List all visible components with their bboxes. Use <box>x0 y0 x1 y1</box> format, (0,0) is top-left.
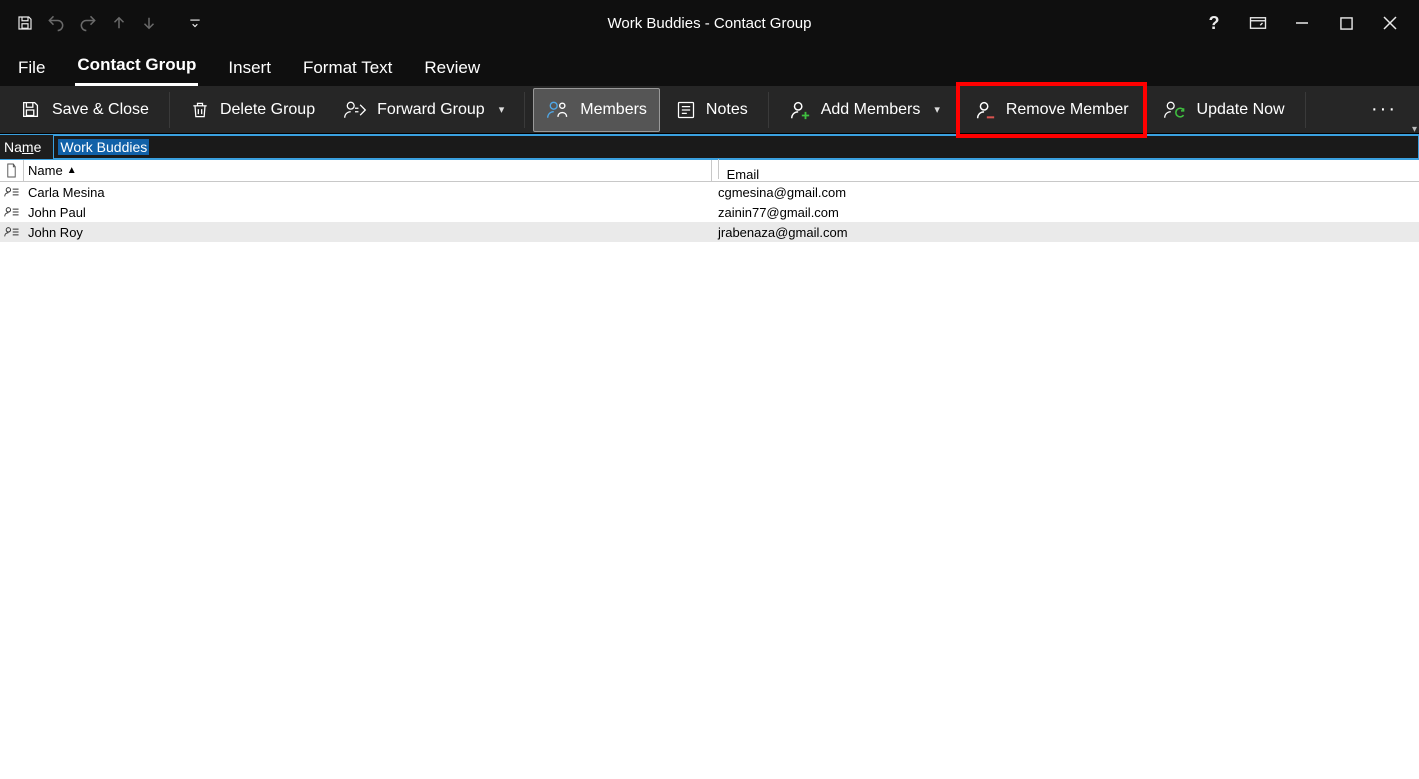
members-icon <box>546 99 570 121</box>
chevron-down-icon: ▾ <box>934 103 940 116</box>
row-name: John Roy <box>24 225 712 240</box>
save-close-label: Save & Close <box>52 101 149 119</box>
tab-review[interactable]: Review <box>422 52 482 86</box>
remove-member-icon <box>974 99 996 121</box>
contact-icon <box>0 185 24 199</box>
save-icon[interactable] <box>16 14 34 32</box>
delete-group-button[interactable]: Delete Group <box>178 88 327 132</box>
name-input[interactable]: Work Buddies <box>53 135 1419 159</box>
separator <box>524 92 525 128</box>
maximize-button[interactable] <box>1337 14 1355 32</box>
forward-group-label: Forward Group <box>377 101 485 119</box>
table-row[interactable]: Carla Mesinacgmesina@gmail.com <box>0 182 1419 202</box>
ribbon: Save & Close Delete Group Forward Group … <box>0 86 1419 134</box>
ribbon-expand-icon[interactable]: ▾ <box>1412 124 1417 135</box>
tab-insert[interactable]: Insert <box>226 52 273 86</box>
add-members-button[interactable]: Add Members ▾ <box>777 88 952 132</box>
table-row[interactable]: John Royjrabenaza@gmail.com <box>0 222 1419 242</box>
update-now-button[interactable]: Update Now <box>1151 88 1297 132</box>
more-commands-button[interactable]: ··· <box>1357 98 1411 121</box>
separator <box>169 92 170 128</box>
add-members-icon <box>789 99 811 121</box>
column-icon[interactable] <box>0 160 24 181</box>
tab-contact-group[interactable]: Contact Group <box>75 49 198 86</box>
redo-icon[interactable] <box>78 13 98 33</box>
row-email: cgmesina@gmail.com <box>712 185 1419 200</box>
column-email[interactable]: Email <box>712 159 1419 182</box>
minimize-button[interactable] <box>1293 14 1311 32</box>
member-list: Carla Mesinacgmesina@gmail.comJohn Paulz… <box>0 182 1419 242</box>
contact-icon <box>0 225 24 239</box>
row-name: Carla Mesina <box>24 185 712 200</box>
quick-access-toolbar <box>0 13 202 33</box>
members-label: Members <box>580 101 647 119</box>
chevron-down-icon: ▾ <box>499 103 505 116</box>
sort-asc-icon: ▲ <box>67 165 77 176</box>
column-name[interactable]: Name ▲ <box>24 160 712 181</box>
table-row[interactable]: John Paulzainin77@gmail.com <box>0 202 1419 222</box>
member-list-header: Name ▲ Email <box>0 160 1419 182</box>
remove-member-highlight: Remove Member <box>956 82 1147 138</box>
arrow-down-icon[interactable] <box>140 14 158 32</box>
trash-icon <box>190 99 210 121</box>
notes-button[interactable]: Notes <box>664 88 760 132</box>
notes-icon <box>676 100 696 120</box>
delete-group-label: Delete Group <box>220 101 315 119</box>
tab-file[interactable]: File <box>16 52 47 86</box>
remove-member-label: Remove Member <box>1006 101 1129 119</box>
save-close-icon <box>20 99 42 121</box>
remove-member-button[interactable]: Remove Member <box>968 88 1135 132</box>
name-field-row: Name Work Buddies <box>0 134 1419 160</box>
members-button[interactable]: Members <box>533 88 660 132</box>
help-icon[interactable]: ? <box>1205 14 1223 32</box>
notes-label: Notes <box>706 101 748 119</box>
arrow-up-icon[interactable] <box>110 14 128 32</box>
undo-icon[interactable] <box>46 13 66 33</box>
name-input-value: Work Buddies <box>58 139 149 155</box>
row-email: zainin77@gmail.com <box>712 205 1419 220</box>
tab-format-text[interactable]: Format Text <box>301 52 394 86</box>
contact-icon <box>0 205 24 219</box>
update-now-label: Update Now <box>1197 101 1285 119</box>
close-button[interactable] <box>1381 14 1399 32</box>
forward-group-button[interactable]: Forward Group ▾ <box>331 88 516 132</box>
save-close-button[interactable]: Save & Close <box>8 88 161 132</box>
window-controls: ? <box>1205 14 1419 32</box>
ribbon-display-icon[interactable] <box>1249 14 1267 32</box>
name-field-label: Name <box>0 139 53 155</box>
customize-qat-icon[interactable] <box>188 16 202 30</box>
ribbon-tabs: File Contact Group Insert Format Text Re… <box>0 46 1419 86</box>
separator <box>1305 92 1306 128</box>
row-email: jrabenaza@gmail.com <box>712 225 1419 240</box>
titlebar: Work Buddies - Contact Group ? <box>0 0 1419 46</box>
update-now-icon <box>1163 99 1187 121</box>
row-name: John Paul <box>24 205 712 220</box>
add-members-label: Add Members <box>821 101 921 119</box>
forward-group-icon <box>343 99 367 121</box>
separator <box>768 92 769 128</box>
